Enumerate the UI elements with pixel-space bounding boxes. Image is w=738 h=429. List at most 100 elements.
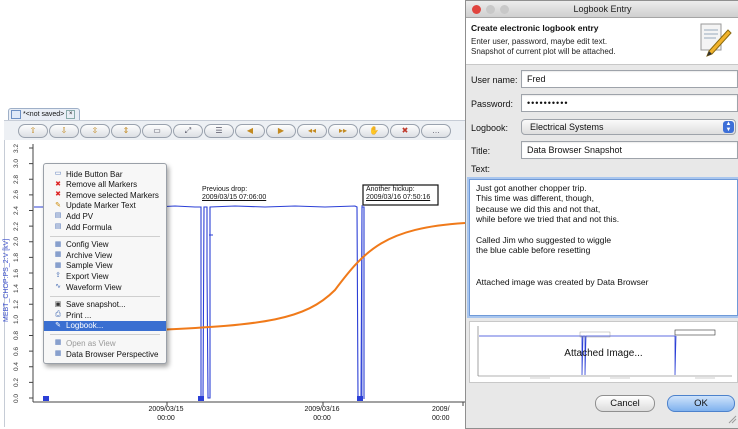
open-view-icon: ▦ [54, 339, 62, 347]
add-pv-icon: ▤ [54, 212, 62, 220]
y-axis-label: MEBT_CHOP:PS_2:V [kV] [3, 238, 10, 322]
toolbar-button-zoom-in-time[interactable]: ⇳ [80, 124, 110, 138]
x-tick-label: 2009/00:00 [432, 406, 450, 422]
cancel-button[interactable]: Cancel [595, 395, 655, 412]
logbook-select-value: Electrical Systems [530, 122, 604, 132]
logbook-select[interactable]: Electrical Systems ▲ ▼ [521, 119, 736, 135]
menu-item-label: Remove selected Markers [66, 190, 159, 200]
text-line: This time was different, though, [476, 193, 594, 204]
menu-item-label: Export View [66, 271, 109, 281]
close-tab-icon[interactable]: × [66, 110, 76, 119]
toolbar-button-back[interactable]: ◂◂ [297, 124, 327, 138]
text-area[interactable]: Just got another chopper trip. This time … [469, 179, 738, 316]
menu-item-label: Add PV [66, 211, 94, 221]
menu-item-export-view[interactable]: ⇪ Export View [44, 271, 166, 281]
text-label: Text: [471, 164, 491, 174]
menu-item-print[interactable]: ⎙ Print ... [44, 310, 166, 320]
y-tick-label: 2.8 [13, 174, 21, 184]
plot-file-icon [11, 110, 21, 119]
menu-item-label: Remove all Markers [66, 180, 138, 190]
clear-icon: ✖ [401, 126, 409, 135]
zoom-out-time-icon: ⇕ [122, 126, 130, 135]
menu-item-remove-all-markers[interactable]: ✖ Remove all Markers [44, 180, 166, 190]
y-tick-label: 2.6 [13, 190, 21, 200]
x-tick-label: 2009/03/15 00:00 [148, 406, 184, 422]
toolbar-button-autoscale[interactable]: ⤢ [173, 124, 203, 138]
text-line: because we did this and not that, [476, 203, 601, 214]
plot-toolbar: ⇧ ⇩ ⇳ ⇕ ▭ ⤢ ☰ ◀ ▶ ◂◂ ▸▸ ✋ ✖ … [4, 120, 470, 141]
marker-annotation-previous-drop[interactable]: Previous drop: 2009/03/15 07:06:00 [202, 186, 266, 202]
more-icon: … [432, 126, 440, 135]
toolbar-button-scroll-right[interactable]: ▶ [266, 124, 296, 138]
menu-item-add-pv[interactable]: ▤ Add PV [44, 211, 166, 221]
y-tick-label: 2.2 [13, 221, 21, 231]
zoom-out-icon: ⇩ [60, 126, 68, 135]
toolbar-button-more[interactable]: … [421, 124, 451, 138]
dialog-header: Create electronic logbook entry Enter us… [466, 18, 738, 65]
menu-separator [50, 334, 160, 336]
menu-item-label: Data Browser Perspective [66, 349, 159, 359]
password-field[interactable]: •••••••••• [521, 94, 738, 112]
zoom-in-icon: ⇧ [29, 126, 37, 135]
pan-icon: ✋ [369, 126, 379, 135]
toolbar-button-clear[interactable]: ✖ [390, 124, 420, 138]
toolbar-button-forward[interactable]: ▸▸ [328, 124, 358, 138]
updown-arrow-icon: ▲ ▼ [723, 121, 734, 133]
menu-item-label: Open as View [66, 338, 116, 348]
toolbar-button-stagger[interactable]: ▭ [142, 124, 172, 138]
menu-item-label: Hide Button Bar [66, 169, 123, 179]
menu-item-config-view[interactable]: ▦ Config View [44, 240, 166, 250]
hide-bar-icon: ▭ [54, 170, 62, 177]
y-tick-label: 2.4 [13, 205, 21, 216]
toolbar-button-pan[interactable]: ✋ [359, 124, 389, 138]
sample-view-icon: ▦ [54, 261, 62, 269]
menu-item-archive-view[interactable]: ▦ Archive View [44, 250, 166, 260]
printer-icon: ⎙ [55, 311, 61, 319]
title-field[interactable]: Data Browser Snapshot [521, 141, 738, 159]
menu-item-remove-selected-markers[interactable]: ✖ Remove selected Markers [44, 190, 166, 200]
user-name-field[interactable]: Fred [521, 70, 738, 88]
scroll-right-icon: ▶ [277, 126, 285, 135]
editor-tab-bar: *<not saved> × [4, 108, 470, 120]
menu-item-label: Sample View [66, 261, 113, 271]
context-menu: ▭ Hide Button Bar ✖ Remove all Markers ✖ Remo… [43, 163, 167, 364]
toolbar-button-zoom-in[interactable]: ⇧ [18, 124, 48, 138]
y-tick-label: 0.2 [13, 377, 21, 387]
toolbar-button-zoom-out-time[interactable]: ⇕ [111, 124, 141, 138]
menu-separator [50, 295, 160, 297]
text-line: the blue cable before resetting [476, 245, 591, 256]
editor-tab-label: *<not saved> [23, 111, 65, 118]
resize-grip-icon[interactable] [728, 415, 737, 424]
menu-item-label: Waveform View [66, 282, 122, 292]
menu-item-label: Save snapshot... [66, 300, 126, 310]
scroll-left-icon: ◀ [246, 126, 254, 135]
menu-item-add-formula[interactable]: ▤ Add Formula [44, 222, 166, 232]
menu-item-sample-view[interactable]: ▦ Sample View [44, 261, 166, 271]
add-formula-icon: ▤ [54, 223, 62, 230]
y-tick-label: 0.0 [13, 393, 21, 403]
dialog-title: Logbook Entry [573, 4, 632, 14]
toolbar-button-scroll-left[interactable]: ◀ [235, 124, 265, 138]
menu-separator [50, 235, 160, 237]
text-line: Just got another chopper trip. [476, 183, 587, 193]
menu-item-hide-button-bar[interactable]: ▭ Hide Button Bar [44, 169, 166, 179]
editor-tab[interactable]: *<not saved> × [8, 108, 81, 120]
menu-item-save-snapshot[interactable]: ▣ Save snapshot... [44, 300, 166, 310]
header-title: Create electronic logbook entry [471, 23, 599, 33]
y-tick-label: 3.2 [13, 143, 21, 153]
menu-item-label: Logbook... [66, 321, 104, 331]
forward-icon: ▸▸ [338, 126, 348, 135]
ok-button[interactable]: OK [667, 395, 735, 412]
toolbar-button-zoom-fit[interactable]: ☰ [204, 124, 234, 138]
text-line: Attached image was created by Data Brows… [476, 276, 649, 287]
toolbar-button-zoom-out[interactable]: ⇩ [49, 124, 79, 138]
zoom-fit-icon: ☰ [215, 126, 223, 135]
menu-item-data-browser-perspective[interactable]: ▦ Data Browser Perspective [44, 349, 166, 359]
menu-item-update-marker-text[interactable]: ✎ Update Marker Text [44, 201, 166, 211]
menu-item-logbook[interactable]: ✎ Logbook... [44, 320, 166, 331]
menu-item-waveform-view[interactable]: ∿ Waveform View [44, 282, 166, 292]
logbook-icon: ✎ [55, 321, 61, 329]
text-line: Called Jim who suggested to wiggle [476, 235, 612, 245]
stagger-icon: ▭ [153, 126, 161, 135]
marker-annotation-another-hickup[interactable]: Another hickup: 2009/03/16 07:50:16 [366, 186, 430, 202]
